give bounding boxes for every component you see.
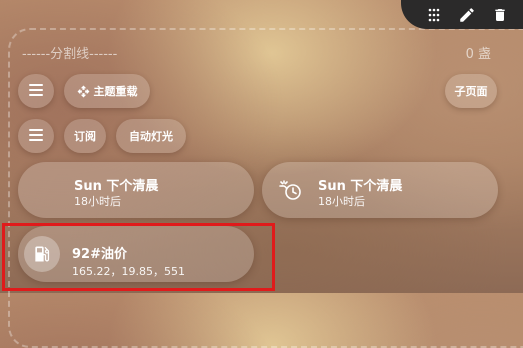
subscribe-button[interactable]: 订阅 (64, 119, 106, 153)
theme-reload-label: 主题重载 (93, 85, 138, 98)
auto-light-button[interactable]: 自动灯光 (116, 119, 186, 153)
drag-handle-icon[interactable] (421, 2, 447, 28)
subpage-label: 子页面 (454, 85, 488, 98)
sun-card-right[interactable]: Sun 下个清晨 18小时后 (262, 162, 498, 218)
subscribe-label: 订阅 (74, 130, 96, 143)
subpage-button[interactable]: 子页面 (445, 74, 497, 108)
menu-icon (29, 128, 43, 144)
sun-card-right-subtitle: 18小时后 (318, 195, 365, 208)
menu-icon (29, 83, 43, 99)
auto-light-label: 自动灯光 (129, 130, 173, 143)
sun-clock-icon (276, 175, 306, 205)
fuel-card-subtitle: 165.22，19.85，551 (72, 265, 185, 278)
sun-card-left[interactable]: Sun 下个清晨 18小时后 (18, 162, 254, 218)
fuel-card-title: 92#油价 (72, 247, 127, 262)
sun-card-right-title: Sun 下个清晨 (318, 179, 403, 194)
divider-label: ------分割线------ (22, 47, 118, 62)
theme-reload-button[interactable]: 主题重载 (64, 74, 150, 108)
menu-button-row1[interactable] (18, 74, 54, 108)
light-count-label: 0 盏 (465, 47, 491, 62)
trash-icon[interactable] (487, 2, 513, 28)
gas-station-icon (24, 236, 60, 272)
pencil-icon[interactable] (454, 2, 480, 28)
menu-button-row2[interactable] (18, 119, 54, 153)
edit-toolbar (401, 0, 523, 29)
move-arrows-icon (77, 85, 90, 98)
sun-card-left-subtitle: 18小时后 (74, 195, 121, 208)
sun-card-left-title: Sun 下个清晨 (74, 179, 159, 194)
